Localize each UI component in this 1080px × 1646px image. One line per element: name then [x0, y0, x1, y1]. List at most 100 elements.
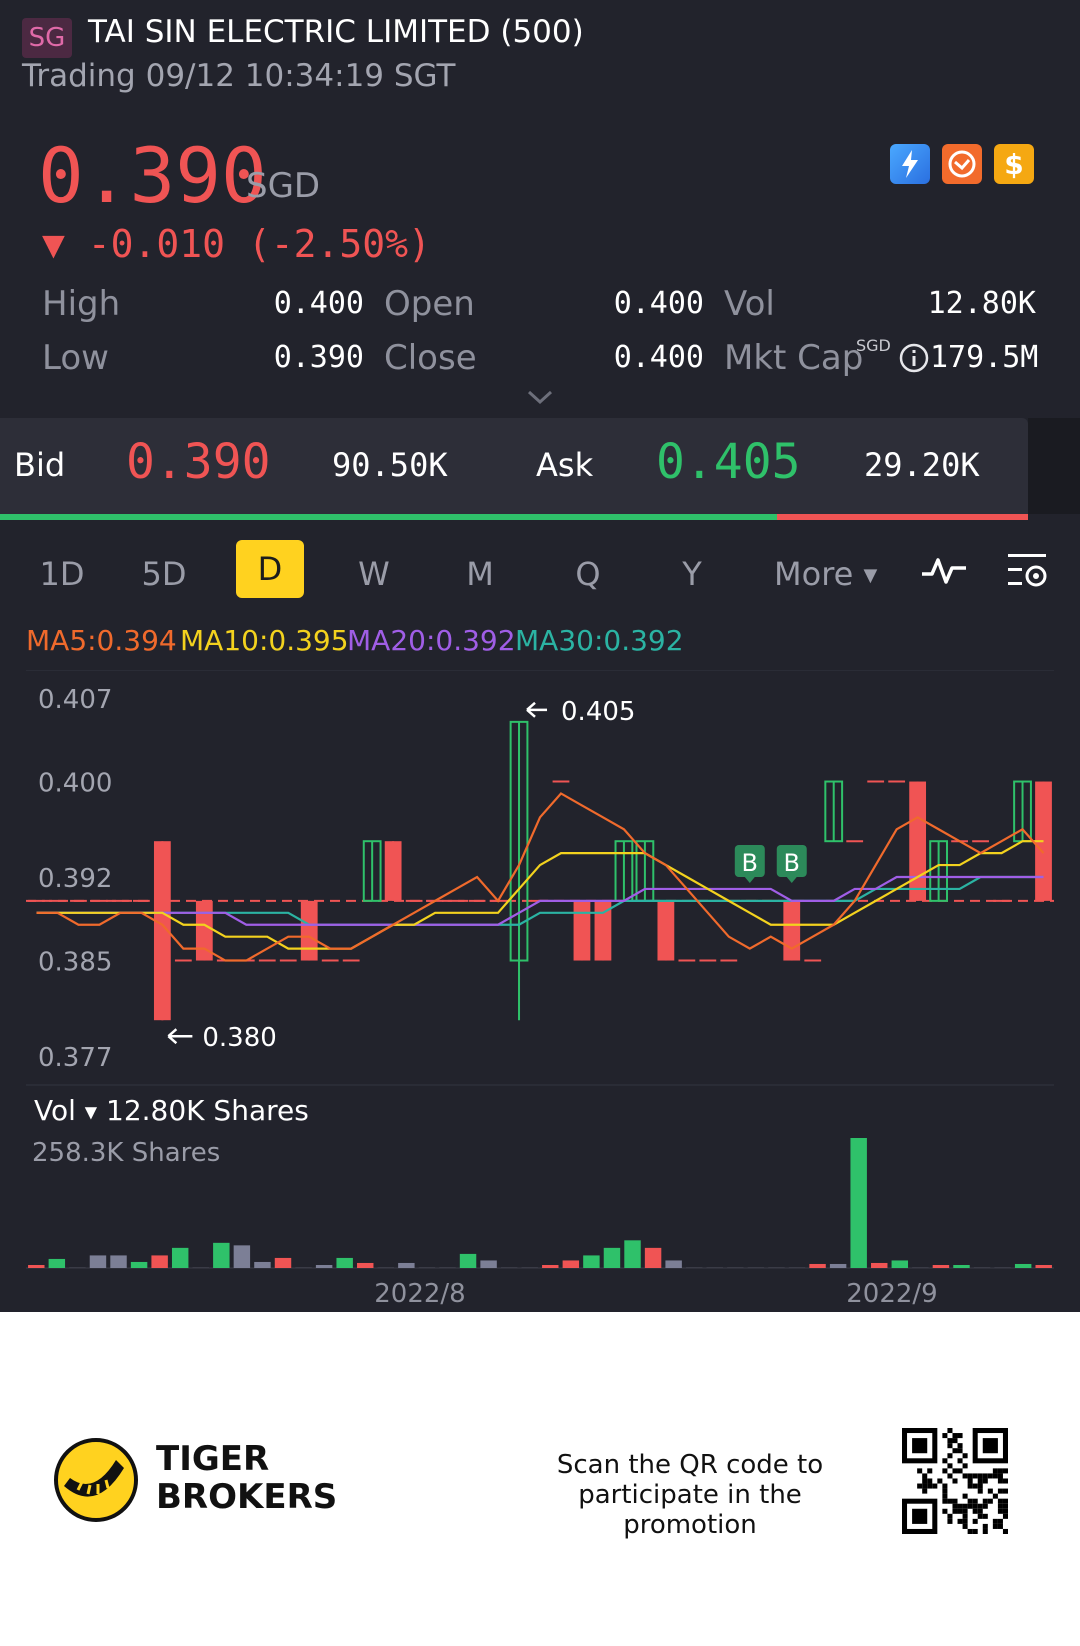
qr-module	[947, 1438, 953, 1444]
brand-line1: TIGER	[156, 1439, 270, 1479]
tab-monthly[interactable]: M	[448, 546, 512, 602]
qr-module	[957, 1443, 963, 1449]
volume-bar	[1014, 1263, 1032, 1268]
volume-bar	[500, 1267, 518, 1268]
volume-current: 12.80K Shares	[106, 1094, 309, 1127]
volume-bar	[747, 1267, 765, 1268]
candle-body	[300, 900, 318, 961]
volume-bar	[644, 1247, 662, 1268]
ma10-line	[36, 840, 1044, 950]
qr-module	[957, 1458, 963, 1464]
candle-body	[657, 900, 675, 961]
qr-module	[987, 1488, 993, 1494]
info-icon[interactable]	[898, 342, 930, 378]
candlestick-chart[interactable]: 0.407 0.400 0.392 0.385 0.377 0.405 0.380 B B	[0, 670, 1080, 1090]
qr-module	[997, 1498, 1003, 1504]
chart-settings-icon[interactable]	[1006, 550, 1050, 594]
volume-selector[interactable]: Vol ▼ 12.80K Shares	[34, 1094, 309, 1127]
qr-module	[982, 1473, 988, 1479]
tab-quarterly[interactable]: Q	[556, 546, 620, 602]
volume-bar	[603, 1247, 621, 1268]
qr-module	[977, 1503, 983, 1509]
qr-module	[962, 1473, 968, 1479]
qr-module	[927, 1483, 933, 1489]
high-label: High	[42, 284, 121, 324]
volume-bar	[891, 1260, 909, 1268]
qr-module	[957, 1508, 963, 1514]
vol-value: 12.80K	[927, 286, 1036, 321]
volume-caret-icon: ▼	[84, 1102, 98, 1122]
promo-line2: participate in the promotion	[578, 1480, 802, 1540]
volume-bar	[973, 1267, 991, 1268]
qr-finder-core	[982, 1438, 998, 1454]
bid-ratio-fill	[0, 514, 778, 520]
qr-module	[947, 1513, 953, 1519]
qr-finder-core	[912, 1438, 928, 1454]
qr-module	[957, 1433, 963, 1439]
qr-module	[982, 1528, 988, 1534]
qr-module	[972, 1503, 978, 1509]
high-arrow-icon	[526, 701, 548, 718]
dollar-icon[interactable]: $	[994, 144, 1034, 184]
qr-module	[942, 1483, 948, 1489]
lightning-icon[interactable]	[890, 144, 930, 184]
qr-module	[947, 1443, 953, 1449]
qr-module	[932, 1483, 938, 1489]
qr-module	[952, 1503, 958, 1509]
tab-yearly[interactable]: Y	[660, 546, 724, 602]
qr-module	[997, 1518, 1003, 1524]
volume-bar	[583, 1255, 600, 1268]
more-dropdown[interactable]: More ▼	[774, 546, 884, 602]
qr-module	[997, 1508, 1003, 1514]
qr-module	[977, 1488, 983, 1494]
qr-module	[997, 1523, 1003, 1529]
qr-module	[972, 1518, 978, 1524]
volume-bar	[829, 1263, 847, 1268]
tab-5d[interactable]: 5D	[132, 546, 196, 602]
qr-module	[917, 1468, 923, 1474]
volume-bar	[809, 1263, 826, 1268]
qr-module	[952, 1478, 958, 1484]
qr-module	[992, 1473, 998, 1479]
volume-bar	[110, 1255, 127, 1268]
qr-module	[982, 1503, 988, 1509]
qr-module	[977, 1483, 983, 1489]
qr-module	[947, 1473, 953, 1479]
volume-bar	[685, 1267, 703, 1268]
bid-price: 0.390	[126, 434, 271, 490]
volume-bar	[727, 1267, 744, 1268]
volume-bar	[377, 1267, 395, 1268]
swap-icon[interactable]	[942, 144, 982, 184]
bid-ask-side-strip	[1028, 418, 1080, 514]
volume-bar	[1035, 1265, 1052, 1268]
close-label: Close	[384, 338, 477, 378]
bid-label: Bid	[14, 446, 66, 484]
qr-module	[917, 1483, 923, 1489]
candle-body	[783, 900, 801, 961]
volume-bar	[151, 1255, 168, 1268]
volume-bar	[521, 1267, 538, 1268]
qr-module	[982, 1513, 988, 1519]
qr-module	[977, 1513, 983, 1519]
indicator-wave-icon[interactable]	[920, 552, 968, 592]
caret-down-icon: ▼	[863, 565, 878, 586]
qr-module	[997, 1478, 1003, 1484]
volume-chart[interactable]: 2022/8 2022/9	[0, 1130, 1080, 1310]
mktcap-value: 179.5M	[930, 340, 1039, 375]
qr-code[interactable]	[902, 1428, 1008, 1534]
qr-module	[962, 1463, 968, 1469]
tab-weekly[interactable]: W	[342, 546, 406, 602]
expand-chevron-icon[interactable]	[526, 388, 554, 412]
x-axis-label: 2022/8	[374, 1279, 465, 1309]
stock-title: TAI SIN ELECTRIC LIMITED (500)	[88, 14, 584, 50]
tab-1d[interactable]: 1D	[30, 546, 94, 602]
qr-module	[967, 1478, 973, 1484]
qr-module	[987, 1473, 993, 1479]
last-price: 0.390	[38, 131, 267, 220]
y-tick-label: 0.385	[38, 948, 112, 978]
tab-daily[interactable]: D	[236, 540, 304, 598]
volume-bar	[850, 1138, 867, 1268]
volume-bar	[418, 1267, 436, 1268]
open-value: 0.400	[613, 286, 704, 321]
qr-module	[967, 1483, 973, 1489]
